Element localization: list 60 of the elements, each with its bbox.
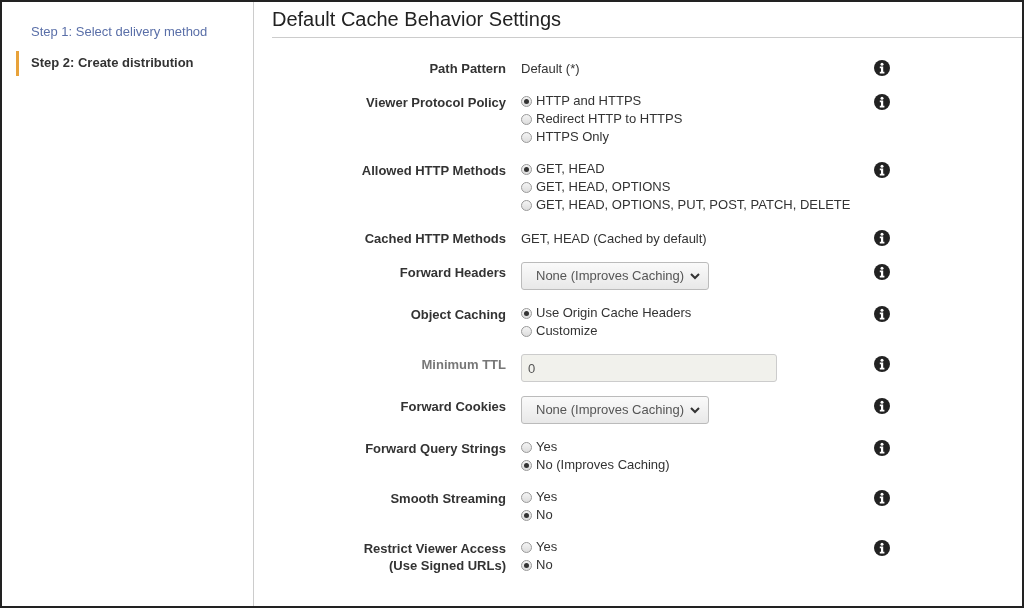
field-label: Restrict Viewer Access <box>363 540 506 557</box>
field-label: Allowed HTTP Methods <box>361 162 506 179</box>
radio-option[interactable]: No <box>521 506 859 524</box>
radio-option[interactable]: No (Improves Caching) <box>521 456 859 474</box>
radio-option[interactable]: Customize <box>521 322 859 340</box>
info-icon[interactable] <box>874 490 890 506</box>
radio-button[interactable] <box>521 541 532 553</box>
wizard-step[interactable]: Step 2: Create distribution <box>16 51 253 76</box>
caret-icon <box>690 405 701 414</box>
radio-button[interactable] <box>521 199 532 211</box>
info-icon[interactable] <box>874 162 890 178</box>
radio-option[interactable]: GET, HEAD, OPTIONS <box>521 178 859 196</box>
radio-option[interactable]: HTTPS Only <box>521 128 859 146</box>
field-label: Smooth Streaming <box>390 490 506 507</box>
info-icon[interactable] <box>874 356 890 372</box>
field-label: Forward Query Strings <box>365 440 506 457</box>
field-label: Path Pattern <box>429 60 506 77</box>
radio-option[interactable]: No <box>521 556 859 574</box>
radio-option[interactable]: Use Origin Cache Headers <box>521 304 859 322</box>
info-icon[interactable] <box>874 306 890 322</box>
info-icon[interactable] <box>874 230 890 246</box>
info-icon[interactable] <box>874 440 890 456</box>
radio-option[interactable]: GET, HEAD, OPTIONS, PUT, POST, PATCH, DELETE <box>521 196 859 214</box>
caret-icon <box>690 271 701 280</box>
radio-button[interactable] <box>521 163 532 175</box>
field-value: Default (*) <box>521 60 581 78</box>
radio-button[interactable] <box>521 559 532 571</box>
radio-button[interactable] <box>521 509 532 521</box>
radio-button[interactable] <box>521 307 532 319</box>
info-icon[interactable] <box>874 264 890 280</box>
field-label-note: (Use Signed URLs) <box>389 557 506 574</box>
field-label: Cached HTTP Methods <box>364 230 506 247</box>
info-icon[interactable] <box>874 540 890 556</box>
radio-button[interactable] <box>521 113 532 125</box>
dropdown[interactable]: None (Improves Caching) <box>521 396 710 424</box>
field-label: Viewer Protocol Policy <box>366 94 506 111</box>
radio-option[interactable]: Yes <box>521 538 859 556</box>
info-icon[interactable] <box>874 60 890 76</box>
field-label: Minimum TTL <box>421 356 506 373</box>
dropdown[interactable]: None (Improves Caching) <box>521 262 710 290</box>
field-label: Object Caching <box>410 306 506 323</box>
radio-button[interactable] <box>521 459 532 471</box>
info-icon[interactable] <box>874 398 890 414</box>
field-label: Forward Headers <box>399 264 506 281</box>
radio-option[interactable]: Yes <box>521 488 859 506</box>
radio-button[interactable] <box>521 95 532 107</box>
radio-option[interactable]: Redirect HTTP to HTTPS <box>521 110 859 128</box>
wizard-step[interactable]: Step 1: Select delivery method <box>16 22 253 43</box>
radio-button[interactable] <box>521 131 532 143</box>
radio-button[interactable] <box>521 325 532 337</box>
radio-button[interactable] <box>521 441 532 453</box>
field-label: Forward Cookies <box>400 398 506 415</box>
radio-button[interactable] <box>521 491 532 503</box>
radio-option[interactable]: Yes <box>521 438 859 456</box>
radio-option[interactable]: HTTP and HTTPS <box>521 92 859 110</box>
radio-option[interactable]: GET, HEAD <box>521 160 859 178</box>
field-value: GET, HEAD (Cached by default) <box>521 230 708 248</box>
info-icon[interactable] <box>874 94 890 110</box>
radio-button[interactable] <box>521 181 532 193</box>
section-title: Default Cache Behavior Settings <box>272 8 1022 38</box>
